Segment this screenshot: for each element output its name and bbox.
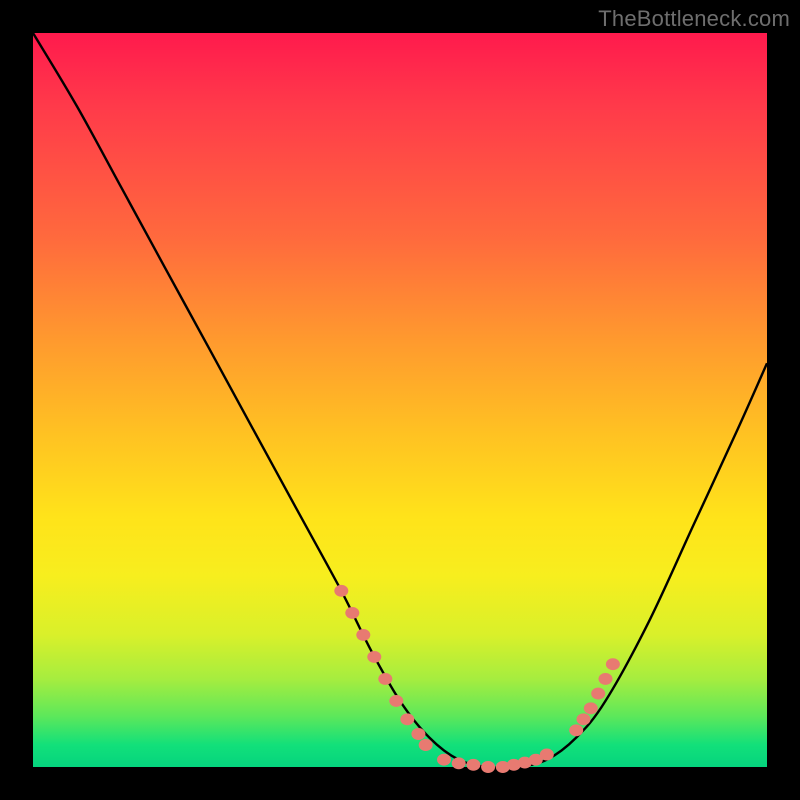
curve-marker: [599, 673, 613, 685]
curve-marker: [452, 757, 466, 769]
curve-marker: [400, 713, 414, 725]
curve-marker: [481, 761, 495, 773]
watermark-text: TheBottleneck.com: [598, 6, 790, 32]
chart-stage: TheBottleneck.com: [0, 0, 800, 800]
curve-marker: [389, 695, 403, 707]
curve-marker: [540, 749, 554, 761]
curve-marker: [437, 754, 451, 766]
curve-marker: [591, 688, 605, 700]
curve-marker: [419, 739, 433, 751]
curve-marker: [334, 585, 348, 597]
curve-marker: [577, 713, 591, 725]
curve-layer: [33, 33, 767, 767]
curve-marker: [378, 673, 392, 685]
bottleneck-curve: [33, 33, 767, 768]
curve-marker: [356, 629, 370, 641]
curve-marker: [411, 728, 425, 740]
curve-marker: [345, 607, 359, 619]
plot-area: [33, 33, 767, 767]
curve-marker: [584, 702, 598, 714]
curve-marker: [367, 651, 381, 663]
curve-marker: [466, 759, 480, 771]
curve-marker: [606, 658, 620, 670]
marker-group: [334, 585, 620, 773]
curve-marker: [569, 724, 583, 736]
